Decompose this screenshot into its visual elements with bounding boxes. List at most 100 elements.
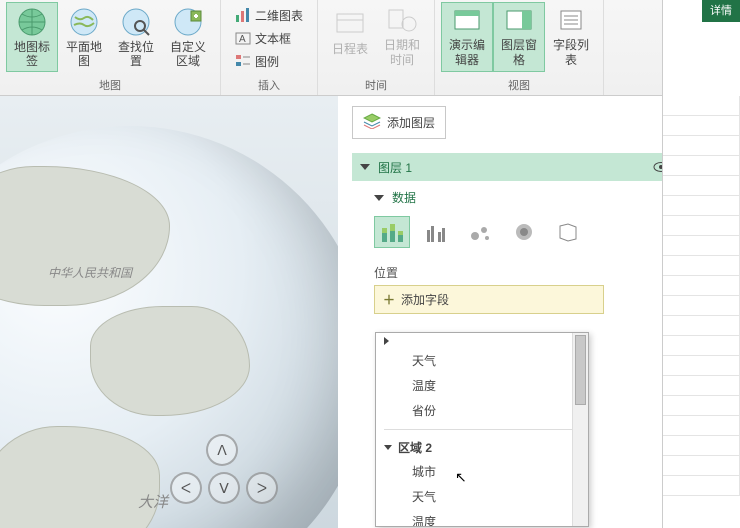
chart2d-button[interactable]: 二维图表 xyxy=(231,4,307,26)
cell[interactable] xyxy=(663,96,740,116)
plus-icon: ＋ xyxy=(383,291,395,308)
group-label: 视图 xyxy=(508,76,530,94)
custom-region-button[interactable]: 自定义区域 xyxy=(162,2,214,72)
nav-down-button[interactable]: ᐯ xyxy=(208,472,240,504)
group-label: 时间 xyxy=(365,76,387,94)
btn-label: 自定义区域 xyxy=(165,40,211,69)
viz-heat[interactable] xyxy=(506,216,542,248)
nav-left-button[interactable]: ᐸ xyxy=(170,472,202,504)
dropdown-group: 区域 2 城市 天气 温度 省份 xyxy=(376,432,588,527)
cell[interactable] xyxy=(663,376,740,396)
nav-right-button[interactable]: ᐳ xyxy=(246,472,278,504)
field-dropdown: 天气 温度 省份 区域 2 城市 天气 温度 省份 xyxy=(375,332,589,527)
group-name: 区域 2 xyxy=(398,439,432,456)
viz-stacked-column[interactable] xyxy=(374,216,410,248)
cell[interactable] xyxy=(663,116,740,136)
demo-editor-button[interactable]: 演示编辑器 xyxy=(441,2,493,72)
timeline-button: 日程表 xyxy=(324,2,376,72)
globe xyxy=(0,126,338,528)
collapse-icon[interactable] xyxy=(360,164,370,170)
cell[interactable] xyxy=(663,336,740,356)
dropdown-item[interactable]: 温度 xyxy=(376,373,588,398)
cell[interactable] xyxy=(663,196,740,216)
ribbon-group-time: 日程表 日期和时间 时间 xyxy=(318,0,435,95)
datetime-icon xyxy=(386,7,418,35)
layer-window-icon xyxy=(503,7,535,35)
legend-button[interactable]: 图例 xyxy=(231,50,307,72)
dropdown-item[interactable]: 天气 xyxy=(376,348,588,373)
cell[interactable] xyxy=(663,436,740,456)
group-label: 地图 xyxy=(99,76,121,94)
add-layer-button[interactable]: 添加图层 xyxy=(352,106,446,139)
dropdown-item[interactable]: 温度 xyxy=(376,509,588,527)
dropdown-group-header[interactable] xyxy=(376,337,588,348)
btn-label: 二维图表 xyxy=(255,7,303,24)
dropdown-group: 天气 温度 省份 xyxy=(376,333,588,427)
btn-label: 演示编辑器 xyxy=(444,38,490,67)
nav-lr-row: ᐸ ᐯ ᐳ xyxy=(170,472,278,504)
layer-window-button[interactable]: 图层窗格 xyxy=(493,2,545,72)
map-view[interactable]: 中华人民共和国 大洋 ᐱ ᐸ ᐯ ᐳ xyxy=(0,96,338,528)
map-label-ocean: 大洋 xyxy=(138,491,168,512)
btn-label: 平面地图 xyxy=(61,40,107,69)
cell[interactable] xyxy=(663,356,740,376)
layer-title: 图层 1 xyxy=(378,159,645,176)
nav-up-button[interactable]: ᐱ xyxy=(206,434,238,466)
flat-map-icon xyxy=(68,7,100,37)
cell[interactable] xyxy=(663,136,740,156)
legend-icon xyxy=(235,53,251,69)
add-field-label: 添加字段 xyxy=(401,291,449,308)
ribbon-group-map: 地图标签 平面地图 查找位置 自定义区域 地图 xyxy=(0,0,221,95)
btn-label: 日程表 xyxy=(332,42,368,56)
find-location-icon xyxy=(120,7,152,37)
landmass xyxy=(0,426,160,528)
viz-clustered-column[interactable] xyxy=(418,216,454,248)
cell[interactable] xyxy=(663,316,740,336)
btn-label: 图例 xyxy=(255,53,279,70)
dropdown-item[interactable]: 城市 xyxy=(376,459,588,484)
textbox-button[interactable]: A 文本框 xyxy=(231,27,307,49)
caret-icon xyxy=(384,337,389,345)
dropdown-item[interactable]: 天气 xyxy=(376,484,588,509)
dropdown-scrollbar[interactable] xyxy=(572,333,588,526)
dropdown-list[interactable]: 天气 温度 省份 区域 2 城市 天气 温度 省份 xyxy=(376,333,588,527)
scrollbar-thumb[interactable] xyxy=(575,335,586,405)
collapse-icon[interactable] xyxy=(374,195,384,201)
layers-icon xyxy=(363,113,381,132)
timeline-icon xyxy=(334,7,366,39)
svg-text:A: A xyxy=(239,34,246,45)
btn-label: 图层窗格 xyxy=(496,38,542,67)
flat-map-button[interactable]: 平面地图 xyxy=(58,2,110,72)
excel-tab[interactable]: 详情 xyxy=(702,0,740,22)
workspace: 中华人民共和国 大洋 ᐱ ᐸ ᐯ ᐳ ✕ 添加图层 图层 1 ✕ 数据 xyxy=(0,96,740,528)
cell[interactable] xyxy=(663,156,740,176)
field-list-button[interactable]: 字段列表 xyxy=(545,2,597,72)
field-list-icon xyxy=(555,7,587,35)
cell[interactable] xyxy=(663,256,740,276)
landmass xyxy=(0,166,170,306)
cell[interactable] xyxy=(663,456,740,476)
dropdown-item[interactable]: 省份 xyxy=(376,398,588,423)
ribbon-group-insert: 二维图表 A 文本框 图例 插入 xyxy=(221,0,318,95)
cells xyxy=(663,96,740,528)
caret-down-icon xyxy=(384,445,392,450)
cell[interactable] xyxy=(663,416,740,436)
viz-region[interactable] xyxy=(550,216,586,248)
btn-label: 字段列表 xyxy=(548,38,594,67)
landmass xyxy=(90,306,250,416)
cell[interactable] xyxy=(663,176,740,196)
cell[interactable] xyxy=(663,296,740,316)
btn-label: 文本框 xyxy=(255,30,291,47)
dropdown-group-header[interactable]: 区域 2 xyxy=(376,436,588,459)
cell[interactable] xyxy=(663,236,740,256)
cell[interactable] xyxy=(663,396,740,416)
map-labels-button[interactable]: 地图标签 xyxy=(6,2,58,72)
cell[interactable] xyxy=(663,276,740,296)
add-field-button[interactable]: ＋ 添加字段 xyxy=(374,285,604,314)
find-location-button[interactable]: 查找位置 xyxy=(110,2,162,72)
custom-region-icon xyxy=(172,7,204,37)
viz-bubble[interactable] xyxy=(462,216,498,248)
group-label: 插入 xyxy=(258,76,280,94)
cell[interactable] xyxy=(663,216,740,236)
cell[interactable] xyxy=(663,476,740,496)
